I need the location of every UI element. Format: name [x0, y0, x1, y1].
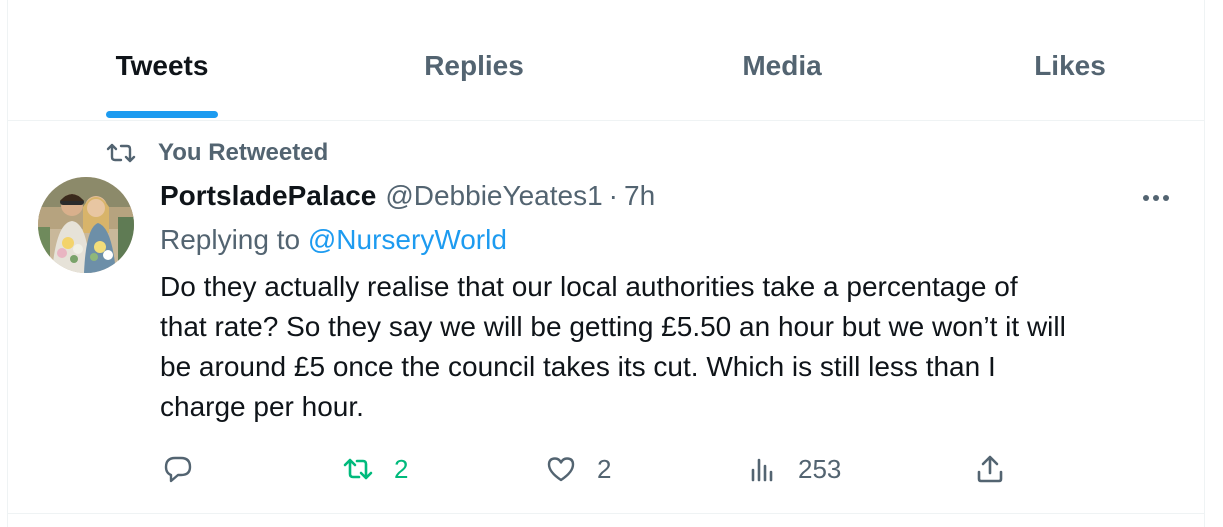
column-border-right [1204, 0, 1205, 527]
retweet-context-icon [106, 143, 136, 163]
tab-replies-label: Replies [424, 50, 524, 81]
views-count: 253 [798, 454, 842, 484]
more-dots-icon [1143, 195, 1169, 201]
heart-icon [547, 457, 575, 482]
analytics-icon [751, 458, 773, 482]
retweet-count: 2 [394, 454, 409, 484]
retweet-context[interactable]: You Retweeted [106, 141, 328, 165]
replying-to: Replying to @NurseryWorld [160, 223, 507, 257]
reply-button[interactable] [162, 449, 214, 489]
tab-media[interactable]: Media [717, 0, 847, 120]
tweet-header: PortsladePalace @DebbieYeates1 · 7h [160, 179, 655, 213]
avatar-photo [38, 177, 134, 273]
tweet[interactable]: You Retweeted PortsladePalace @DebbieYea… [8, 121, 1204, 514]
tweet-text-line: be around £5 once the council takes its … [160, 351, 996, 382]
avatar[interactable] [38, 177, 134, 273]
retweet-button[interactable]: 2 [342, 449, 408, 489]
replying-to-prefix: Replying to [160, 224, 301, 255]
like-count: 2 [597, 454, 612, 484]
tweet-text: Do they actually realise that our local … [160, 267, 1180, 427]
tab-likes[interactable]: Likes [1012, 0, 1128, 120]
share-button[interactable] [974, 449, 1006, 489]
active-tab-indicator [106, 111, 218, 118]
tweet-text-line: Do they actually realise that our local … [160, 271, 1018, 302]
tab-tweets[interactable]: Tweets [106, 0, 218, 120]
header-separator: · [608, 180, 618, 211]
tab-media-label: Media [742, 50, 822, 81]
tab-tweets-label: Tweets [115, 50, 209, 81]
tweet-text-line: that rate? So they say we will be gettin… [160, 311, 1066, 342]
views-button[interactable]: 253 [746, 449, 841, 489]
retweet-icon [343, 458, 373, 480]
profile-tabs: Tweets Replies Media Likes [8, 0, 1204, 121]
user-handle[interactable]: @DebbieYeates1 [385, 180, 602, 212]
replying-to-mention[interactable]: @NurseryWorld [308, 224, 507, 255]
tweet-text-line: charge per hour. [160, 391, 364, 422]
tab-replies[interactable]: Replies [407, 0, 541, 120]
reply-icon [164, 456, 192, 483]
share-icon [977, 455, 1003, 483]
tab-likes-label: Likes [1034, 50, 1106, 81]
retweet-context-label: You Retweeted [158, 139, 329, 166]
profile-timeline: Tweets Replies Media Likes You Retweeted [0, 0, 1223, 527]
display-name[interactable]: PortsladePalace [160, 180, 376, 212]
more-options-button[interactable] [1138, 183, 1174, 213]
like-button[interactable]: 2 [545, 449, 611, 489]
tweet-timestamp[interactable]: 7h [624, 180, 655, 212]
